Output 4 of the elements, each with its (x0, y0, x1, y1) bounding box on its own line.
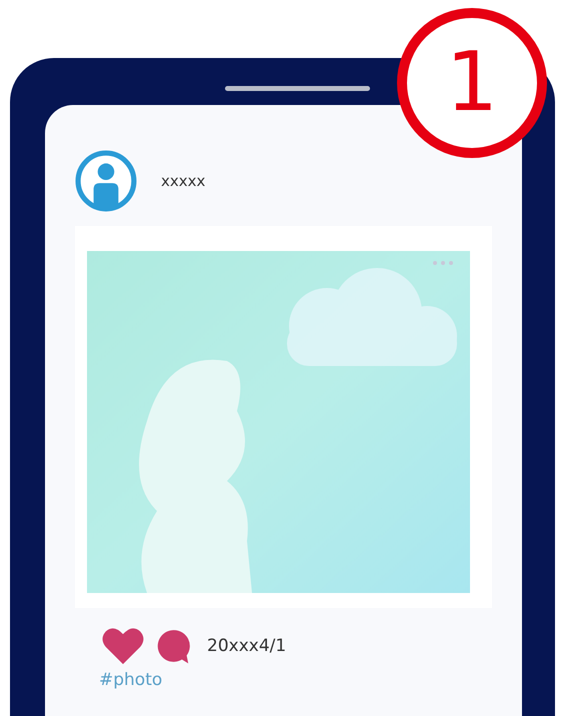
post-date: 20xxx4/1 (207, 636, 286, 656)
speech-bubble-icon[interactable] (155, 627, 193, 665)
avatar-icon[interactable] (75, 150, 137, 212)
username[interactable]: xxxxx (161, 172, 206, 190)
